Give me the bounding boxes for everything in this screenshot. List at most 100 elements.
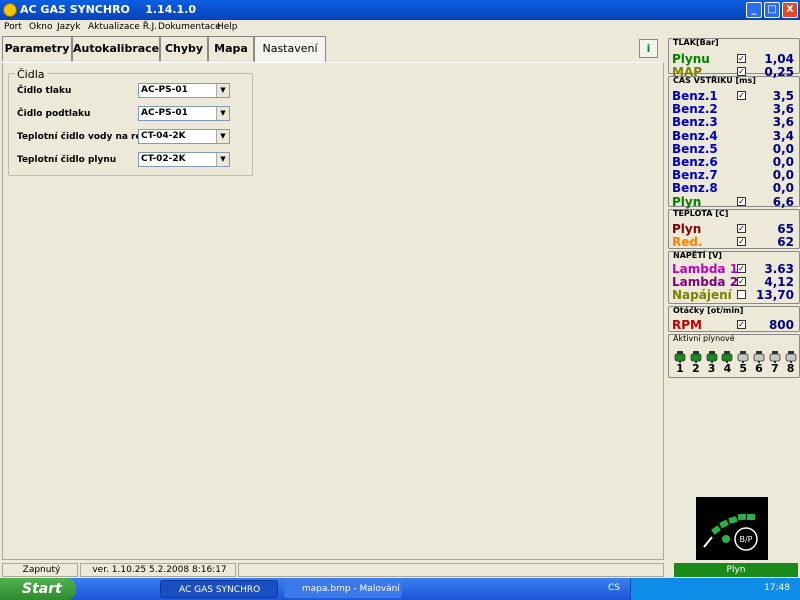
temperature-row-value: 65: [777, 222, 794, 236]
tab-parametry[interactable]: Parametry: [2, 36, 72, 61]
injection-row: Benz.4 3,4: [670, 129, 794, 143]
info-icon[interactable]: i: [639, 39, 658, 58]
injectors-header: Aktivní plynové: [673, 334, 735, 343]
voltage-row-value: 4,12: [764, 275, 794, 290]
checkbox[interactable]: [737, 290, 746, 300]
status-state: Zapnutý: [2, 563, 78, 577]
injector-number: 2: [691, 362, 700, 375]
rpm-row: RPM ✓ 800: [670, 318, 794, 332]
pressure-row: MAP ✓ 0,25: [670, 65, 794, 80]
injection-row-label: Benz.3: [672, 115, 718, 130]
injection-row-value: 3,5: [772, 89, 794, 103]
rpm-row-value: 800: [768, 318, 794, 332]
minimize-button[interactable]: _: [746, 2, 762, 18]
menu-help[interactable]: Help: [217, 22, 238, 32]
tab-nastaveni[interactable]: Nastavení: [254, 36, 326, 63]
checkbox[interactable]: ✓: [737, 320, 746, 329]
gas-temp-sensor-label: Teplotní čidlo plynu: [17, 155, 117, 165]
vacuum-sensor-label: Čidlo podtlaku: [17, 109, 91, 119]
temperature-row-label: Plyn: [672, 222, 702, 236]
injection-row-value: 0,0: [772, 155, 794, 169]
start-button[interactable]: Start: [0, 578, 76, 600]
ac-logo: B/P: [696, 497, 768, 560]
temperature-row: Plyn ✓ 65: [670, 222, 794, 236]
voltage-row-value: 3.63: [764, 262, 794, 276]
checkbox[interactable]: ✓: [737, 277, 746, 287]
taskbar-item-acgas[interactable]: AC GAS SYNCHRO: [160, 580, 278, 598]
voltage-row: Lambda 2 ✓ 4,12: [670, 275, 794, 290]
pressure-row-value: 1,04: [764, 52, 794, 66]
tab-autokalibrace[interactable]: Autokalibrace: [72, 36, 160, 61]
vacuum-sensor-select[interactable]: AC-PS-01 ▼: [138, 106, 230, 121]
pressure-header: TLAK[Bar]: [673, 38, 719, 47]
water-temp-sensor-label: Teplotní čidlo vody na red.: [17, 132, 152, 142]
menu-bar: Port Okno Jazyk Aktualizace Ř.J. Dokumen…: [0, 20, 800, 35]
chevron-down-icon[interactable]: ▼: [216, 84, 229, 97]
checkbox[interactable]: ✓: [737, 224, 746, 233]
menu-port[interactable]: Port: [4, 22, 22, 32]
voltage-row-label: Napájení: [672, 288, 732, 303]
injection-row-label: Benz.8: [672, 181, 718, 196]
injection-row-value: 3,6: [772, 115, 794, 130]
status-bar: Zapnutý ver. 1.10.25 5.2.2008 8:16:17: [0, 562, 664, 578]
checkbox[interactable]: ✓: [737, 91, 746, 100]
voltage-row: Lambda 1 ✓ 3.63: [670, 262, 794, 276]
injector-number: 4: [723, 362, 732, 375]
checkbox[interactable]: ✓: [737, 67, 746, 77]
taskbar-item-paint[interactable]: mapa.bmp - Malování: [284, 580, 402, 598]
menu-okno[interactable]: Okno: [29, 22, 53, 32]
injection-row-label: Plyn: [672, 194, 702, 209]
menu-jazyk[interactable]: Jazyk: [57, 22, 80, 32]
injector-number: 8: [786, 362, 795, 375]
temperature-row-label: Red.: [672, 235, 703, 250]
pressure-row-value: 0,25: [764, 65, 794, 80]
mode-indicator: Plyn: [674, 563, 798, 577]
app-icon: [3, 3, 17, 17]
clock: 17:48: [764, 583, 790, 593]
water-temp-sensor-select[interactable]: CT-04-2K ▼: [138, 129, 230, 144]
injection-row-label: Benz.1: [672, 89, 718, 103]
status-version: ver. 1.10.25 5.2.2008 8:16:17: [80, 563, 236, 577]
water-temp-sensor-value: CT-04-2K: [141, 131, 186, 141]
menu-dokumentace[interactable]: Dokumentace: [158, 22, 221, 32]
language-indicator[interactable]: CS: [608, 583, 620, 593]
injection-row: Benz.7 0,0: [670, 168, 794, 183]
checkbox[interactable]: ✓: [737, 264, 746, 273]
injection-row: Benz.2 3,6: [670, 102, 794, 116]
checkbox[interactable]: ✓: [737, 54, 746, 63]
close-button[interactable]: X: [782, 2, 798, 18]
injection-row-label: Benz.6: [672, 155, 718, 169]
injection-row-value: 0,0: [772, 141, 794, 156]
pressure-row-label: MAP: [672, 65, 703, 80]
temperature-row-value: 62: [777, 235, 794, 250]
tab-chyby[interactable]: Chyby: [160, 36, 208, 61]
maximize-button[interactable]: □: [764, 2, 780, 18]
injection-row: Benz.8 0,0: [670, 181, 794, 196]
injector-number: 6: [755, 362, 763, 375]
status-empty: [238, 563, 664, 577]
svg-text:B/P: B/P: [739, 535, 752, 544]
injection-row: Benz.6 0,0: [670, 155, 794, 169]
chevron-down-icon[interactable]: ▼: [216, 107, 229, 120]
pressure-sensor-value: AC-PS-01: [141, 85, 188, 95]
checkbox[interactable]: ✓: [737, 237, 746, 247]
menu-aktualizace[interactable]: Aktualizace Ř.J.: [88, 22, 157, 32]
pressure-row: Plynu ✓ 1,04: [670, 52, 794, 66]
gas-temp-sensor-value: CT-02-2K: [141, 154, 186, 164]
tab-bar: Parametry Autokalibrace Chyby Mapa Nasta…: [0, 36, 664, 63]
injector-number: 5: [739, 362, 748, 375]
chevron-down-icon[interactable]: ▼: [216, 130, 229, 143]
injection-row-value: 6,6: [772, 194, 794, 209]
injection-row-label: Benz.7: [672, 168, 718, 183]
injector-number: 3: [707, 362, 716, 375]
injector-number: 7: [770, 362, 779, 375]
checkbox[interactable]: ✓: [737, 196, 746, 206]
injection-row: Benz.3 3,6: [670, 115, 794, 130]
chevron-down-icon[interactable]: ▼: [216, 153, 229, 166]
tab-mapa[interactable]: Mapa: [208, 36, 254, 61]
voltage-row: Napájení 13,70: [670, 288, 794, 303]
pressure-sensor-select[interactable]: AC-PS-01 ▼: [138, 83, 230, 98]
pressure-sensor-label: Čidlo tlaku: [17, 86, 72, 96]
gas-temp-sensor-select[interactable]: CT-02-2K ▼: [138, 152, 230, 167]
injection-row-value: 0,0: [772, 168, 794, 183]
